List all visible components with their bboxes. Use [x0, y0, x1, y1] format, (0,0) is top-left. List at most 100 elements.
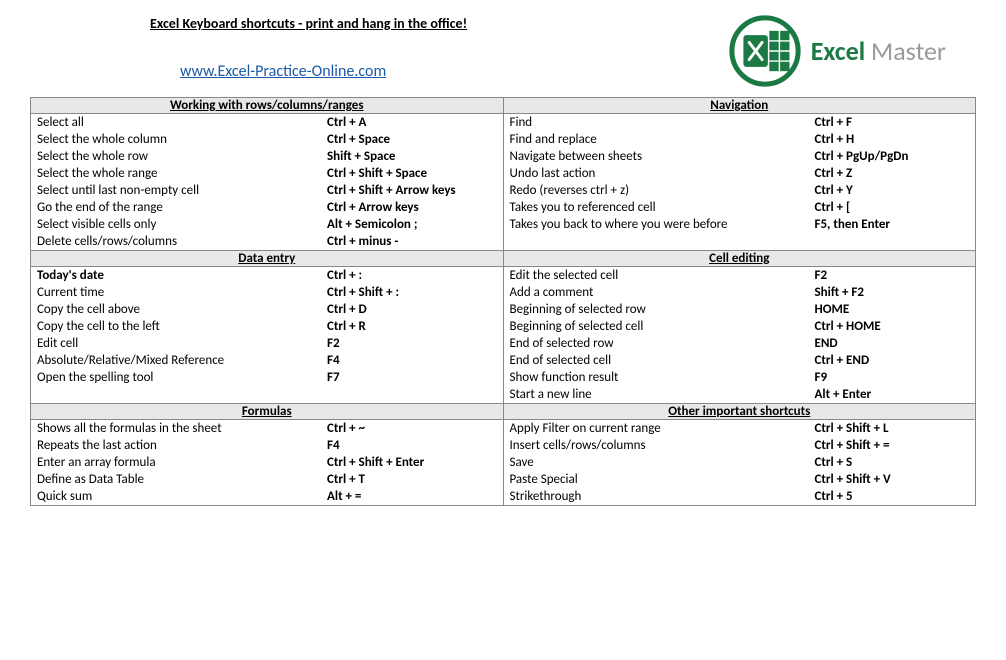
section-body-navigation: FindCtrl + FFind and replaceCtrl + HNavi… — [503, 114, 976, 251]
shortcut-desc: Navigate between sheets — [510, 149, 815, 164]
shortcut-desc: End of selected row — [510, 336, 815, 351]
shortcut-desc: Go the end of the range — [37, 200, 327, 215]
shortcut-row: Beginning of selected rowHOME — [504, 301, 976, 318]
shortcut-row: StrikethroughCtrl + 5 — [504, 488, 976, 505]
shortcut-row: Redo (reverses ctrl + z)Ctrl + Y — [504, 182, 976, 199]
shortcut-desc: Copy the cell above — [37, 302, 327, 317]
shortcut-desc: Edit the selected cell — [510, 268, 815, 283]
shortcut-desc: Beginning of selected cell — [510, 319, 815, 334]
shortcut-row: Quick sumAlt + = — [31, 488, 503, 505]
shortcut-desc: Paste Special — [510, 472, 815, 487]
shortcut-key: END — [815, 336, 838, 351]
shortcut-desc: Edit cell — [37, 336, 327, 351]
shortcut-desc: Add a comment — [510, 285, 815, 300]
shortcut-key: Ctrl + Shift + : — [327, 285, 399, 300]
shortcut-key: Ctrl + 5 — [815, 489, 853, 504]
shortcut-key: Ctrl + S — [815, 455, 853, 470]
shortcut-desc: Select the whole column — [37, 132, 327, 147]
shortcut-row: SaveCtrl + S — [504, 454, 976, 471]
section-header-formulas: Formulas — [31, 404, 504, 420]
shortcut-key: F2 — [327, 336, 340, 351]
shortcut-desc: Apply Filter on current range — [510, 421, 815, 436]
shortcut-row: Edit cellF2 — [31, 335, 503, 352]
shortcut-key: Alt + Semicolon ; — [327, 217, 417, 232]
shortcut-row: Enter an array formulaCtrl + Shift + Ent… — [31, 454, 503, 471]
site-link[interactable]: www.Excel-Practice-Online.com — [150, 62, 386, 81]
shortcut-key: Shift + Space — [327, 149, 395, 164]
shortcut-desc: Select visible cells only — [37, 217, 327, 232]
shortcut-key: Ctrl + T — [327, 472, 365, 487]
shortcut-desc: Open the spelling tool — [37, 370, 327, 385]
shortcut-row: Select the whole rangeCtrl + Shift + Spa… — [31, 165, 503, 182]
section-header-data-entry: Data entry — [31, 251, 504, 267]
logo-text: Excel Master — [811, 35, 946, 67]
section-body-rows-cols: Select allCtrl + ASelect the whole colum… — [31, 114, 504, 251]
shortcut-key: Ctrl + ~ — [327, 421, 365, 436]
section-body-cell-editing: Edit the selected cellF2Add a commentShi… — [503, 267, 976, 404]
shortcut-key: Ctrl + R — [327, 319, 366, 334]
shortcut-key: Ctrl + [ — [815, 200, 851, 215]
shortcut-key: Ctrl + H — [815, 132, 855, 147]
shortcut-row: Select until last non-empty cellCtrl + S… — [31, 182, 503, 199]
shortcut-desc: Enter an array formula — [37, 455, 327, 470]
shortcut-row: Today's dateCtrl + : — [31, 267, 503, 284]
shortcut-key: Ctrl + : — [327, 268, 362, 283]
shortcut-row: Takes you back to where you were beforeF… — [504, 216, 976, 233]
section-header-other: Other important shortcuts — [503, 404, 976, 420]
shortcut-key: Ctrl + Shift + = — [815, 438, 890, 453]
shortcut-row: Copy the cell aboveCtrl + D — [31, 301, 503, 318]
shortcut-desc: Save — [510, 455, 815, 470]
shortcut-row: Insert cells/rows/columnsCtrl + Shift + … — [504, 437, 976, 454]
shortcut-row: Select allCtrl + A — [31, 114, 503, 131]
shortcuts-table: Working with rows/columns/ranges Navigat… — [30, 97, 976, 506]
shortcut-row: Beginning of selected cellCtrl + HOME — [504, 318, 976, 335]
shortcut-row: Current timeCtrl + Shift + : — [31, 284, 503, 301]
shortcut-desc: Find — [510, 115, 815, 130]
shortcut-key: F9 — [815, 370, 828, 385]
section-header-cell-editing: Cell editing — [503, 251, 976, 267]
shortcut-desc: End of selected cell — [510, 353, 815, 368]
shortcut-row: Shows all the formulas in the sheetCtrl … — [31, 420, 503, 437]
shortcut-row: Select visible cells onlyAlt + Semicolon… — [31, 216, 503, 233]
shortcut-key: Ctrl + D — [327, 302, 367, 317]
shortcut-row: Go the end of the rangeCtrl + Arrow keys — [31, 199, 503, 216]
shortcut-desc: Strikethrough — [510, 489, 815, 504]
shortcut-key: Ctrl + HOME — [815, 319, 881, 334]
shortcut-row: Paste SpecialCtrl + Shift + V — [504, 471, 976, 488]
shortcut-row: Copy the cell to the leftCtrl + R — [31, 318, 503, 335]
shortcut-key: F4 — [327, 353, 340, 368]
shortcut-row: Define as Data TableCtrl + T — [31, 471, 503, 488]
page-title: Excel Keyboard shortcuts - print and han… — [150, 15, 467, 32]
shortcut-key: Ctrl + Shift + Arrow keys — [327, 183, 456, 198]
shortcut-row: End of selected rowEND — [504, 335, 976, 352]
section-body-data-entry: Today's dateCtrl + :Current timeCtrl + S… — [31, 267, 504, 404]
section-body-other: Apply Filter on current rangeCtrl + Shif… — [503, 420, 976, 506]
shortcut-key: Ctrl + Arrow keys — [327, 200, 419, 215]
shortcut-desc: Repeats the last action — [37, 438, 327, 453]
shortcut-key: Ctrl + PgUp/PgDn — [815, 149, 909, 164]
shortcut-key: Ctrl + END — [815, 353, 870, 368]
section-header-rows-cols: Working with rows/columns/ranges — [31, 98, 504, 114]
shortcut-desc: Select until last non-empty cell — [37, 183, 327, 198]
shortcut-key: Ctrl + Y — [815, 183, 853, 198]
header: Excel Keyboard shortcuts - print and han… — [30, 15, 976, 87]
shortcut-key: Ctrl + Shift + Space — [327, 166, 427, 181]
shortcut-row: Open the spelling toolF7 — [31, 369, 503, 386]
shortcut-desc: Shows all the formulas in the sheet — [37, 421, 327, 436]
shortcut-desc: Redo (reverses ctrl + z) — [510, 183, 815, 198]
shortcut-key: Ctrl + Shift + L — [815, 421, 889, 436]
shortcut-desc: Select the whole row — [37, 149, 327, 164]
shortcut-row: Takes you to referenced cellCtrl + [ — [504, 199, 976, 216]
shortcut-key: Alt + Enter — [815, 387, 872, 402]
shortcut-desc: Show function result — [510, 370, 815, 385]
shortcut-row: Edit the selected cellF2 — [504, 267, 976, 284]
shortcut-row: End of selected cellCtrl + END — [504, 352, 976, 369]
shortcut-key: Ctrl + Z — [815, 166, 853, 181]
shortcut-row: Show function resultF9 — [504, 369, 976, 386]
shortcut-desc: Define as Data Table — [37, 472, 327, 487]
shortcut-row: FindCtrl + F — [504, 114, 976, 131]
logo: Excel Master — [729, 15, 946, 87]
shortcut-row: Select the whole columnCtrl + Space — [31, 131, 503, 148]
shortcut-desc: Current time — [37, 285, 327, 300]
shortcut-desc: Undo last action — [510, 166, 815, 181]
